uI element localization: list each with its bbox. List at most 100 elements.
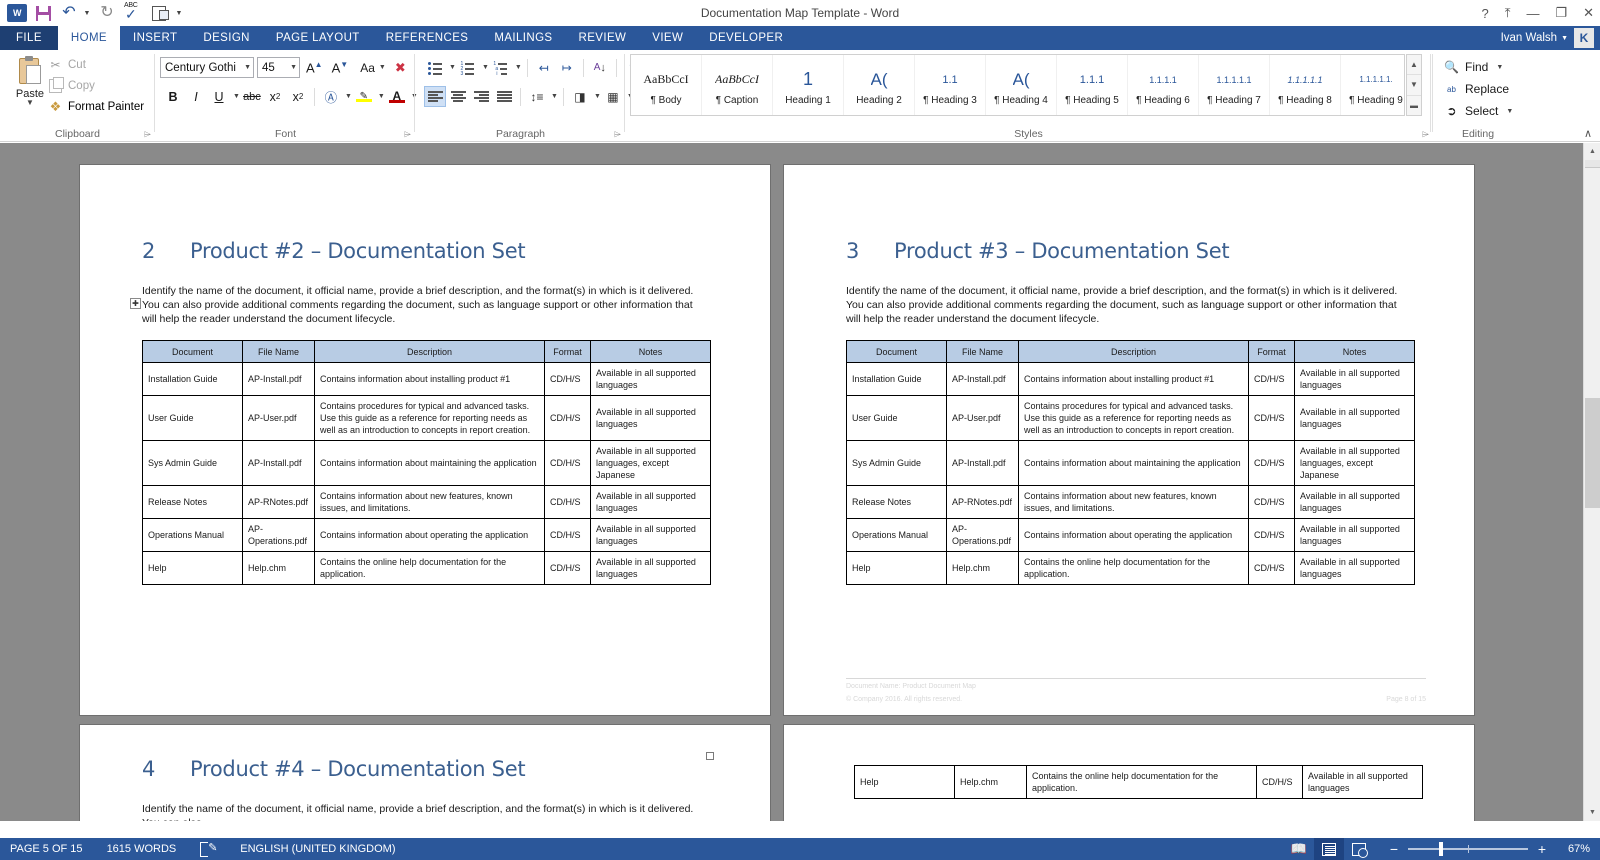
table-cell-notes[interactable]: Available in all supported languages: [1295, 519, 1415, 552]
style-item-body[interactable]: AaBbCcI¶ Body: [631, 55, 702, 115]
table-cell-format[interactable]: CD/H/S: [545, 396, 591, 441]
bold-button[interactable]: B: [162, 86, 184, 107]
zoom-slider-thumb[interactable]: [1439, 842, 1443, 856]
subscript-button[interactable]: x2: [264, 86, 286, 107]
paragraph-dialog-launcher[interactable]: ⌲: [614, 129, 621, 140]
tab-mailings[interactable]: MAILINGS: [481, 26, 565, 50]
table-row[interactable]: Release NotesAP-RNotes.pdfContains infor…: [143, 486, 711, 519]
numbering-button[interactable]: 123: [457, 57, 479, 78]
style-item-heading-4[interactable]: A(¶ Heading 4: [986, 55, 1057, 115]
table-cell-format[interactable]: CD/H/S: [1249, 552, 1295, 585]
tab-references[interactable]: REFERENCES: [373, 26, 482, 50]
table-cell-document[interactable]: Release Notes: [143, 486, 243, 519]
table-row[interactable]: Operations ManualAP-Operations.pdfContai…: [847, 519, 1415, 552]
table-cell-file-name[interactable]: AP-Operations.pdf: [947, 519, 1019, 552]
proofing-errors-icon[interactable]: [200, 842, 216, 856]
scrollbar-thumb[interactable]: [1585, 398, 1600, 508]
highlight-color-button[interactable]: ✎: [353, 86, 375, 107]
select-chevron-down-icon[interactable]: ▼: [1506, 108, 1513, 115]
bullets-chevron-down-icon[interactable]: ▼: [447, 64, 456, 71]
table-cell-notes[interactable]: Available in all supported languages: [1295, 396, 1415, 441]
document-page-5[interactable]: HelpHelp.chmContains the online help doc…: [784, 725, 1474, 821]
table-cell-document[interactable]: Release Notes: [847, 486, 947, 519]
style-item-heading-6[interactable]: 1.1.1.1¶ Heading 6: [1128, 55, 1199, 115]
table-cell-format[interactable]: CD/H/S: [1249, 441, 1295, 486]
styles-scroll-down-icon[interactable]: ▼: [1407, 75, 1421, 95]
style-item-caption[interactable]: AaBbCcI¶ Caption: [702, 55, 773, 115]
table-row[interactable]: Operations ManualAP-Operations.pdfContai…: [143, 519, 711, 552]
table-cell-description[interactable]: Contains information about operating the…: [315, 519, 545, 552]
paste-dropdown-icon[interactable]: ▼: [26, 100, 34, 106]
word-count[interactable]: 1615 WORDS: [107, 843, 177, 855]
shading-chevron-down-icon[interactable]: ▼: [592, 93, 601, 100]
find-button[interactable]: 🔍 Find ▼: [1444, 56, 1513, 78]
replace-button[interactable]: ab Replace: [1444, 78, 1513, 100]
page-3-body-paragraph[interactable]: Identify the name of the document, it of…: [846, 284, 1414, 326]
strikethrough-button[interactable]: abc: [241, 86, 263, 107]
table-move-handle[interactable]: ✚: [130, 298, 141, 309]
close-icon[interactable]: ✕: [1583, 5, 1594, 21]
table-row[interactable]: HelpHelp.chmContains the online help doc…: [855, 766, 1423, 799]
language-indicator[interactable]: ENGLISH (UNITED KINGDOM): [240, 843, 395, 855]
tab-design[interactable]: DESIGN: [190, 26, 263, 50]
user-account-area[interactable]: Ivan Walsh ▼ K: [1501, 26, 1594, 50]
split-window-handle[interactable]: [1585, 160, 1600, 168]
table-row[interactable]: User GuideAP-User.pdfContains procedures…: [143, 396, 711, 441]
font-size-chevron-down-icon[interactable]: ▼: [288, 64, 297, 71]
font-color-button[interactable]: A: [386, 86, 408, 107]
page-2-body-paragraph[interactable]: Identify the name of the document, it of…: [142, 284, 710, 326]
tab-file[interactable]: FILE: [0, 26, 58, 50]
table-row[interactable]: User GuideAP-User.pdfContains procedures…: [847, 396, 1415, 441]
font-dialog-launcher[interactable]: ⌲: [404, 129, 411, 140]
zoom-in-button[interactable]: +: [1536, 841, 1548, 857]
page-indicator[interactable]: PAGE 5 OF 15: [10, 843, 83, 855]
table-cell-file-name[interactable]: AP-Install.pdf: [243, 441, 315, 486]
document-canvas[interactable]: 2 Product #2 – Documentation Set Identif…: [0, 143, 1600, 821]
user-dropdown-icon[interactable]: ▼: [1561, 35, 1568, 42]
underline-button[interactable]: U: [208, 86, 230, 107]
table-cell-format[interactable]: CD/H/S: [1249, 519, 1295, 552]
table-cell-description[interactable]: Contains information about maintaining t…: [315, 441, 545, 486]
table-row[interactable]: Installation GuideAP-Install.pdfContains…: [143, 363, 711, 396]
font-name-input[interactable]: Century Gothi ▼: [160, 57, 254, 78]
paste-button[interactable]: Paste ▼: [8, 54, 52, 120]
table-cell-file-name[interactable]: AP-Install.pdf: [947, 441, 1019, 486]
table-cell-document[interactable]: Help: [143, 552, 243, 585]
zoom-level-label[interactable]: 67%: [1558, 843, 1590, 855]
decrease-indent-button[interactable]: ↤: [533, 57, 555, 78]
table-cell-document[interactable]: User Guide: [143, 396, 243, 441]
tab-home[interactable]: HOME: [58, 26, 120, 50]
table-resize-handle[interactable]: [706, 752, 714, 760]
numbering-chevron-down-icon[interactable]: ▼: [480, 64, 489, 71]
table-cell-notes[interactable]: Available in all supported languages, ex…: [1295, 441, 1415, 486]
tab-page-layout[interactable]: PAGE LAYOUT: [263, 26, 373, 50]
table-cell-description[interactable]: Contains the online help documentation f…: [1019, 552, 1249, 585]
table-cell-format[interactable]: CD/H/S: [1257, 766, 1303, 799]
style-item-heading-5[interactable]: 1.1.1¶ Heading 5: [1057, 55, 1128, 115]
table-cell-notes[interactable]: Available in all supported languages, ex…: [591, 441, 711, 486]
read-mode-view-button[interactable]: 📖: [1284, 838, 1314, 860]
table-row[interactable]: Release NotesAP-RNotes.pdfContains infor…: [847, 486, 1415, 519]
zoom-out-button[interactable]: −: [1388, 841, 1400, 857]
table-cell-document[interactable]: Sys Admin Guide: [847, 441, 947, 486]
shrink-font-button[interactable]: A▼: [329, 60, 352, 75]
zoom-slider[interactable]: [1408, 848, 1528, 850]
text-effects-chevron-down-icon[interactable]: ▼: [343, 93, 352, 100]
clear-formatting-icon[interactable]: ✖: [389, 60, 406, 76]
table-cell-format[interactable]: CD/H/S: [545, 519, 591, 552]
multilevel-list-button[interactable]: 1ai: [490, 57, 512, 78]
align-center-button[interactable]: [447, 86, 469, 107]
tab-insert[interactable]: INSERT: [120, 26, 190, 50]
styles-more-icon[interactable]: ▬: [1407, 96, 1421, 115]
italic-button[interactable]: I: [185, 86, 207, 107]
table-cell-description[interactable]: Contains the online help documentation f…: [315, 552, 545, 585]
table-cell-description[interactable]: Contains information about maintaining t…: [1019, 441, 1249, 486]
table-row[interactable]: HelpHelp.chmContains the online help doc…: [143, 552, 711, 585]
table-cell-file-name[interactable]: Help.chm: [955, 766, 1027, 799]
multilevel-list-chevron-down-icon[interactable]: ▼: [513, 64, 522, 71]
table-cell-notes[interactable]: Available in all supported languages: [1303, 766, 1423, 799]
scroll-up-icon[interactable]: ▲: [1584, 143, 1600, 160]
minimize-icon[interactable]: —: [1526, 6, 1539, 21]
table-cell-format[interactable]: CD/H/S: [545, 486, 591, 519]
web-layout-view-button[interactable]: [1344, 838, 1374, 860]
